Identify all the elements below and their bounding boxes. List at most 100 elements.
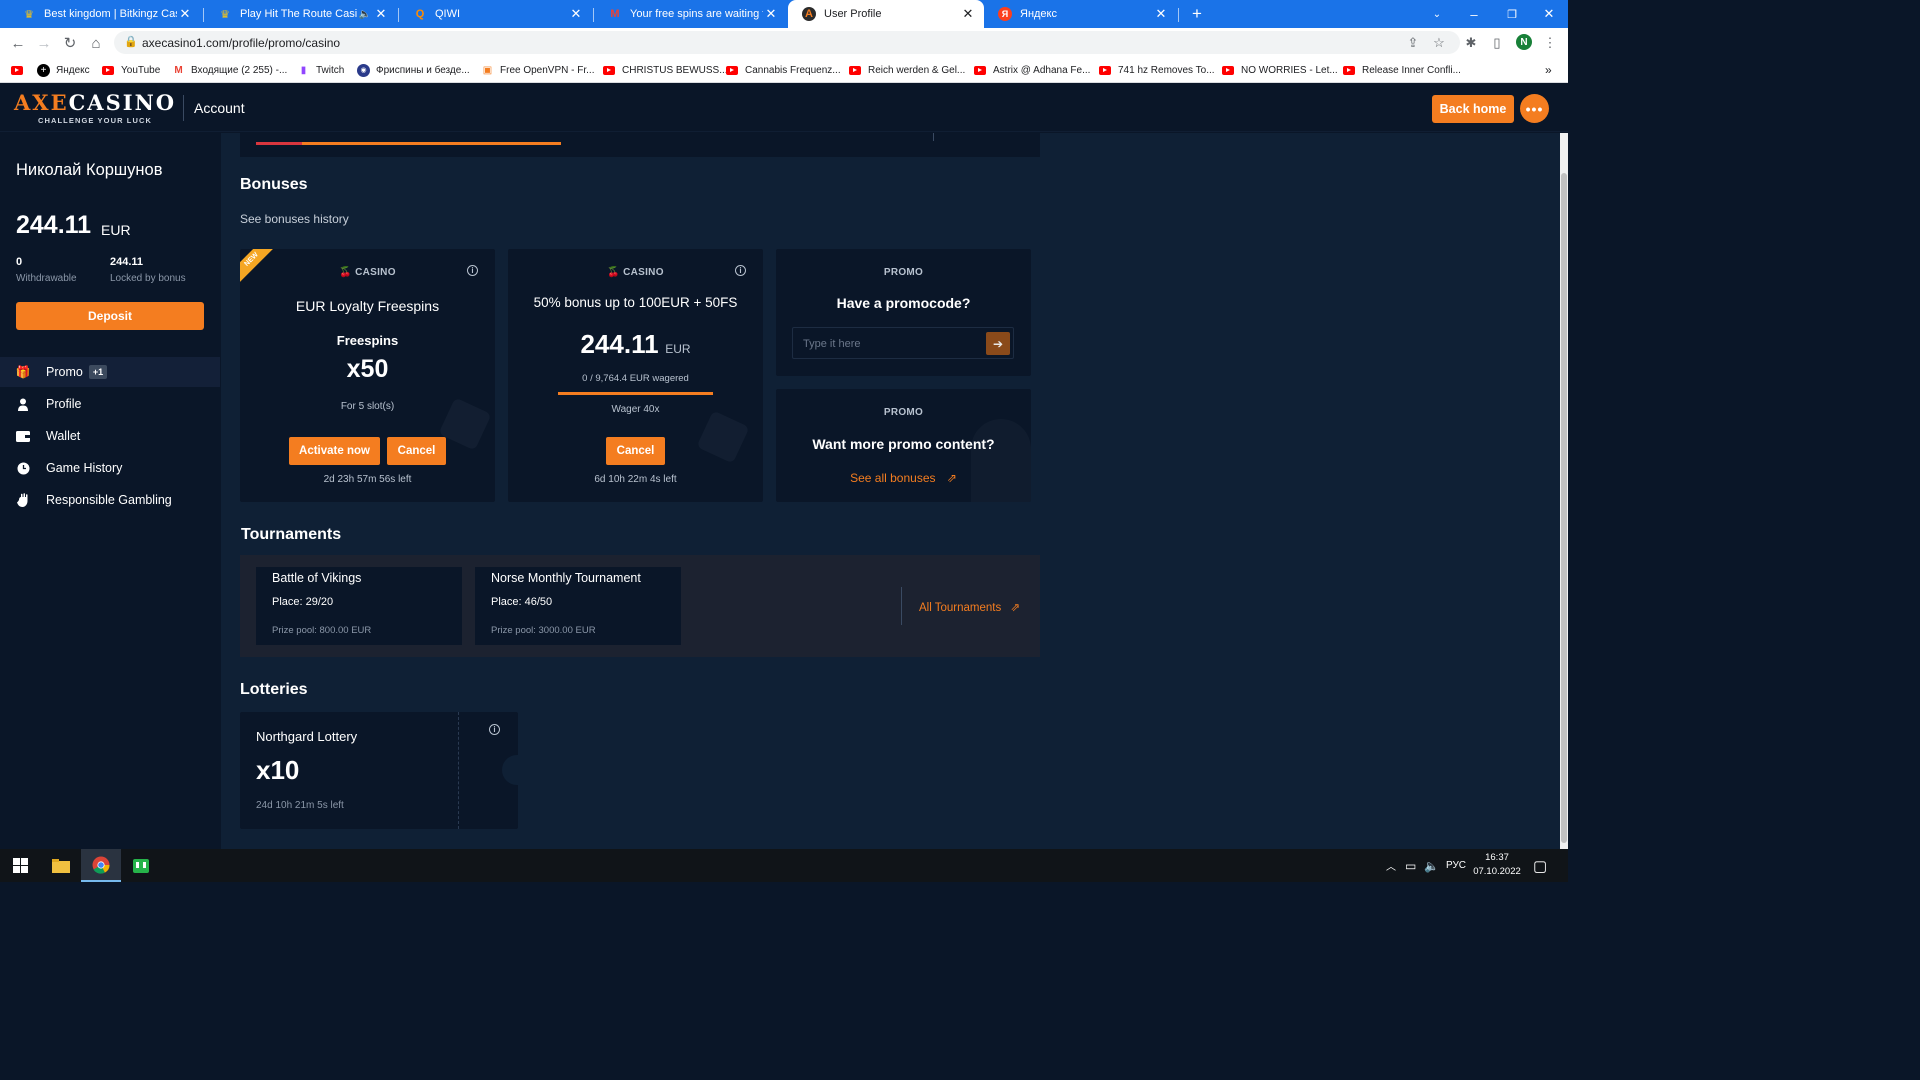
bookmark-item[interactable]: YouTube [102,62,160,78]
close-icon[interactable]: ✕ [373,6,389,22]
more-options-button[interactable]: ••• [1520,94,1549,123]
volume-icon[interactable]: 🔈 [1424,849,1439,882]
info-icon[interactable]: i [467,265,478,276]
speaker-icon[interactable]: 🔈 [357,9,373,20]
external-link-icon: ⇗ [1010,602,1021,614]
bookmark-item[interactable]: ◉ Фриспины и безде... [357,62,470,78]
language-indicator[interactable]: РУС [1446,849,1466,882]
bookmark-item[interactable]: CHRISTUS BEWUSS... [603,62,728,78]
app-icon[interactable] [121,849,161,882]
header-divider [183,95,184,121]
tournament-name: Norse Monthly Tournament [491,571,641,585]
windows-start-icon[interactable] [0,849,40,882]
address-bar[interactable]: 🔒 axecasino1.com/profile/promo/casino [114,31,1460,54]
share-icon[interactable]: ⇪ [1404,34,1422,52]
bonuses-title: Bonuses [240,176,308,193]
scrollbar-thumb[interactable] [1561,173,1567,843]
forward-arrow-icon[interactable]: → [34,33,54,53]
sidebar-item-responsible-gambling[interactable]: Responsible Gambling [0,485,220,515]
bookmark-item[interactable]: 741 hz Removes To... [1099,62,1215,78]
more-bookmarks-button[interactable]: » [1545,62,1552,78]
bookmark-item[interactable] [11,62,30,78]
bookmark-item[interactable]: NO WORRIES - Let... [1222,62,1338,78]
close-icon[interactable]: ✕ [568,6,584,22]
level-progress-strip [240,133,1040,157]
browser-tab[interactable]: M Your free spins are waiting for yo ✕ [594,0,787,28]
bookmark-item[interactable]: M Входящие (2 255) -... [172,62,287,78]
network-icon[interactable]: ▭ [1405,849,1416,882]
restore-icon[interactable]: ❐ [1493,0,1531,28]
browser-tab[interactable]: Я Яндекс ✕ [984,0,1177,28]
sidebar-item-game-history[interactable]: Game History [0,453,220,483]
bookmark-item[interactable]: ▮ Twitch [297,62,345,78]
bookmark-item[interactable]: Reich werden & Gel... [849,62,965,78]
bookmark-label: 741 hz Removes To... [1118,64,1215,76]
info-icon[interactable]: i [489,724,500,735]
tray-chevron-icon[interactable]: ︿ [1386,849,1396,882]
sidebar-item-profile[interactable]: Profile [0,389,220,419]
home-icon[interactable]: ⌂ [86,33,106,53]
bookmark-item[interactable]: Cannabis Frequenz... [726,62,841,78]
sidebar-item-wallet[interactable]: Wallet [0,421,220,451]
cancel-button[interactable]: Cancel [387,437,446,465]
new-tab-button[interactable]: + [1178,0,1216,28]
lottery-card[interactable]: i Northgard Lottery x10 24d 10h 21m 5s l… [240,712,518,829]
all-tournaments-link[interactable]: All Tournaments ⇗ [919,600,1020,614]
activate-now-button[interactable]: Activate now [289,437,380,465]
tab-search-icon[interactable]: ⌄ [1418,0,1456,28]
arrow-right-icon[interactable]: ➔ [986,332,1010,355]
back-home-button[interactable]: Back home [1432,95,1514,123]
bookmark-item[interactable]: ▣ Free OpenVPN - Fr... [481,62,595,78]
gmail-icon: M [174,64,183,76]
promocode-input[interactable]: Type it here ➔ [792,327,1014,359]
gmail-icon: M [610,8,620,20]
bonus-category: 🍒 CASINO [339,267,396,278]
bookmark-item[interactable]: + Яндекс [37,62,90,78]
hand-icon [16,493,30,507]
bonus-time-left: 6d 10h 22m 4s left [594,474,677,485]
side-panel-icon[interactable]: ▯ [1488,34,1506,52]
lotteries-title: Lotteries [240,681,308,698]
see-all-bonuses-link[interactable]: See all bonuses ⇗ [776,471,1031,485]
close-window-icon[interactable]: ✕ [1530,0,1568,28]
profile-avatar[interactable]: N [1516,34,1532,50]
back-arrow-icon[interactable]: ← [8,33,28,53]
tournament-card[interactable]: Battle of Vikings Place: 29/20 Prize poo… [256,567,462,645]
close-icon[interactable]: ✕ [763,6,779,22]
page-scrollbar[interactable] [1560,133,1568,849]
openvpn-icon: ▣ [482,64,493,76]
browser-tab[interactable]: ♛ Best kingdom | Bitkingz Casino ✕ [8,0,201,28]
reload-icon[interactable]: ↻ [60,33,80,53]
bookmark-item[interactable]: Release Inner Confli... [1343,62,1461,78]
notifications-icon[interactable]: ▢ [1533,849,1547,882]
deposit-button[interactable]: Deposit [16,302,204,330]
bookmark-star-icon[interactable]: ☆ [1430,34,1448,52]
minimize-icon[interactable]: – [1455,0,1493,28]
close-icon[interactable]: ✕ [1153,6,1169,22]
close-icon[interactable]: ✕ [177,6,193,22]
browser-tab[interactable]: ♛ Play Hit The Route Casino Ga 🔈 ✕ [204,0,397,28]
site-logo[interactable]: AXECASINO CHALLENGE YOUR LUCK [14,92,176,126]
bookmark-label: Яндекс [56,64,90,76]
system-clock[interactable]: 16:37 07.10.2022 [1472,851,1522,879]
browser-tab[interactable]: Q QIWI ✕ [399,0,592,28]
youtube-icon [974,65,986,75]
bookmark-item[interactable]: Astrix @ Adhana Fe... [974,62,1090,78]
bookmark-label: Release Inner Confli... [1362,64,1461,76]
sidebar-item-promo[interactable]: 🎁 Promo +1 [0,357,220,387]
user-name: Николай Коршунов [16,161,163,179]
bonus-time-left: 2d 23h 57m 56s left [323,474,412,485]
browser-menu-icon[interactable]: ⋮ [1541,34,1559,52]
close-icon[interactable]: ✕ [960,6,976,22]
tournament-card[interactable]: Norse Monthly Tournament Place: 46/50 Pr… [475,567,681,645]
file-explorer-icon[interactable] [41,849,81,882]
bonuses-history-link[interactable]: See bonuses history [240,212,349,226]
extensions-icon[interactable]: ✱ [1462,34,1480,52]
balance-amount: 244.11 [16,211,92,239]
youtube-icon [102,65,114,75]
browser-tab-active[interactable]: A User Profile ✕ [788,0,984,28]
cancel-button[interactable]: Cancel [606,437,665,465]
info-icon[interactable]: i [735,265,746,276]
chrome-icon[interactable] [81,849,121,882]
url-text: axecasino1.com/profile/promo/casino [142,36,341,50]
